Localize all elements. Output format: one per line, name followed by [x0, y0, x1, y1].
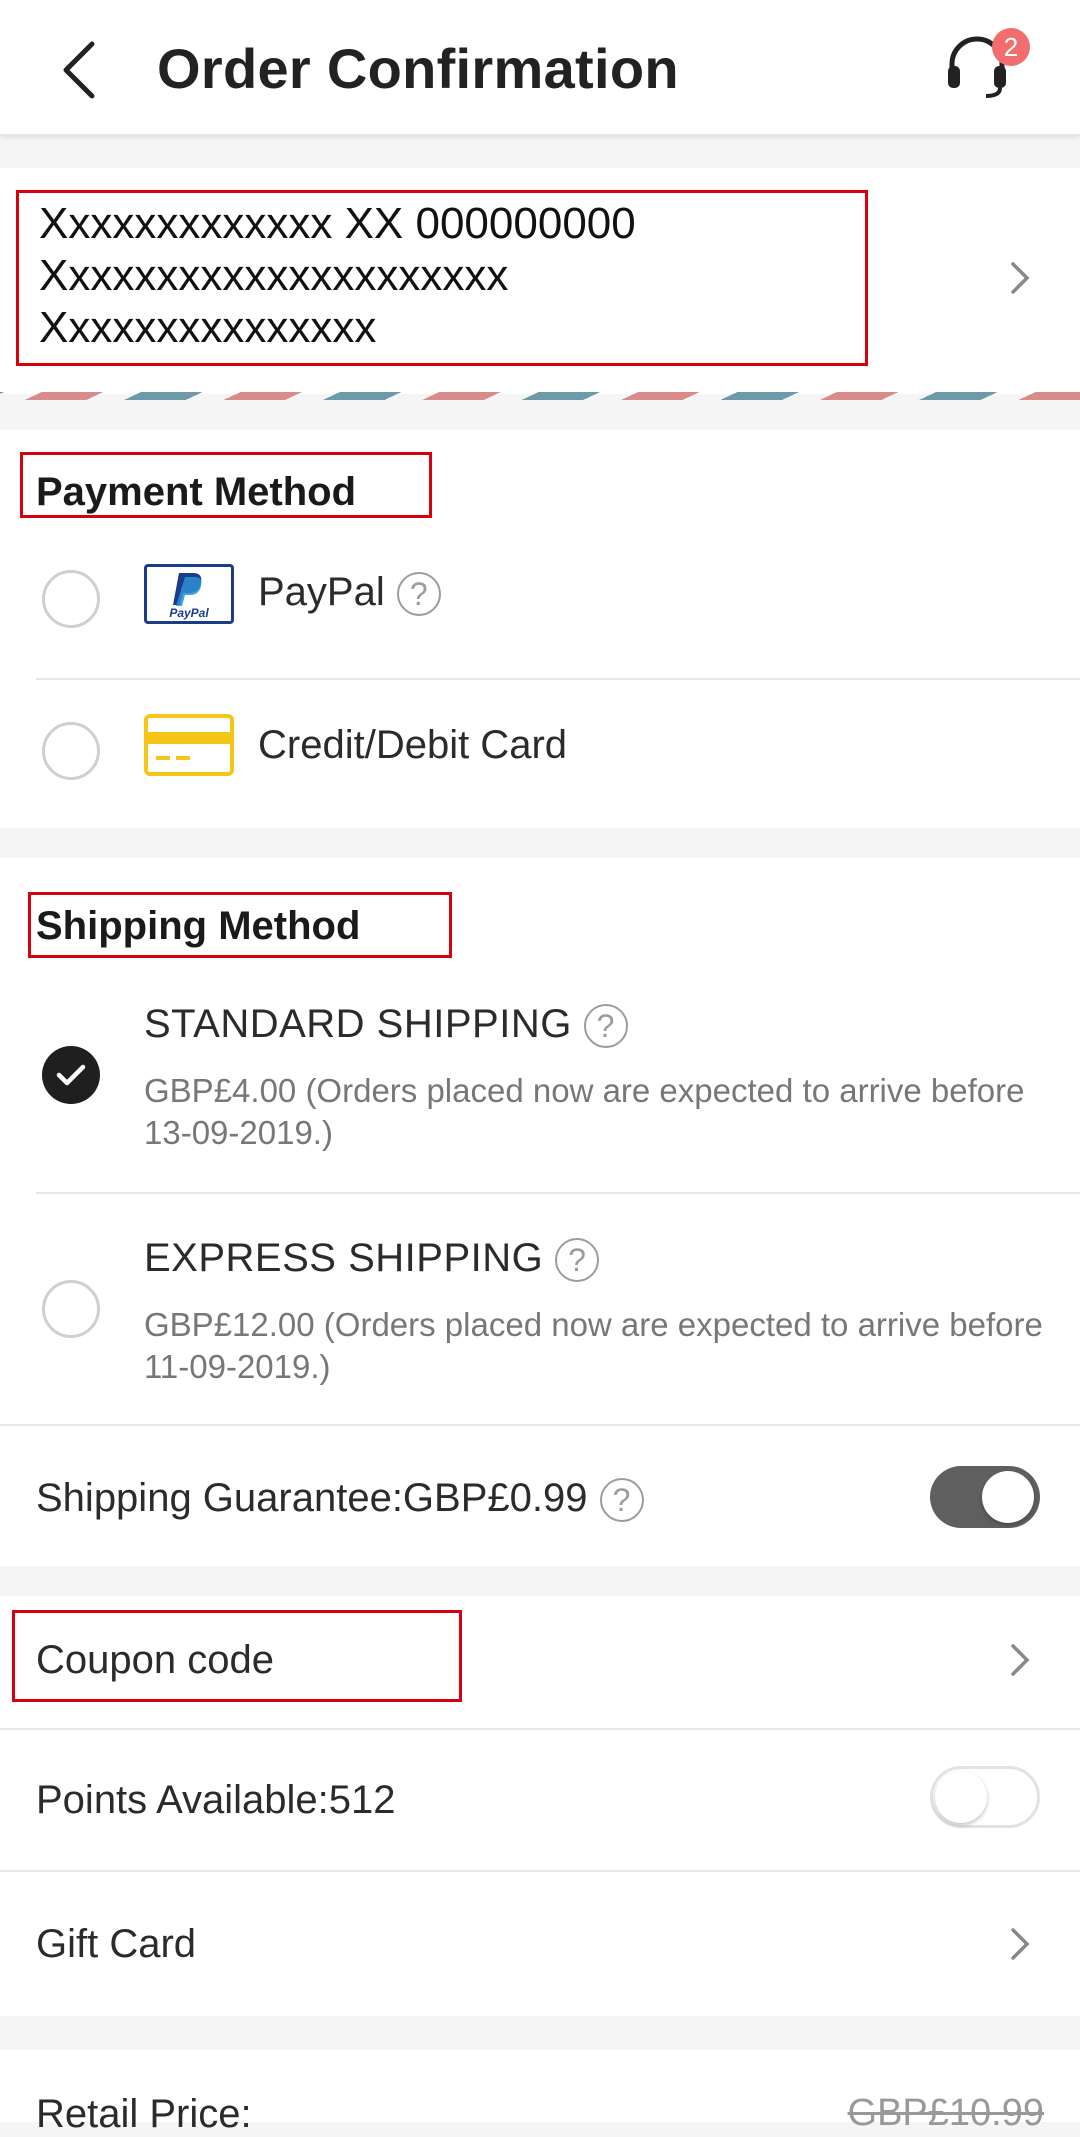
divider [36, 1192, 1080, 1194]
shipping-address-card[interactable]: Xxxxxxxxxxxxx XX 000000000 Xxxxxxxxxxxxx… [0, 168, 1080, 394]
points-toggle[interactable] [930, 1766, 1040, 1828]
retail-price-label: Retail Price: [36, 2092, 252, 2136]
address-highlight-box: Xxxxxxxxxxxxx XX 000000000 Xxxxxxxxxxxxx… [16, 190, 868, 366]
app-header: Order Confirmation 2 [0, 0, 1080, 136]
chevron-right-icon [1000, 258, 1040, 298]
payment-method-title: Payment Method [36, 470, 357, 514]
divider [36, 678, 1080, 680]
shipping-method-title: Shipping Method [36, 904, 361, 948]
express-shipping-desc: GBP£12.00 (Orders placed now are expecte… [144, 1306, 1043, 1385]
paypal-logo-text: PayPal [169, 606, 209, 620]
points-available-label: Points Available:512 [36, 1778, 396, 1822]
shipping-method-section: Shipping Method STANDARD SHIPPING? GBP£4… [0, 858, 1080, 1566]
chevron-right-icon [1000, 1924, 1040, 1964]
express-shipping-name: EXPRESS SHIPPING [144, 1236, 544, 1280]
shipping-guarantee-label-row: Shipping Guarantee:GBP£0.99? [36, 1476, 644, 1523]
paypal-label: PayPal? [258, 570, 441, 617]
chevron-right-icon [1000, 1640, 1040, 1680]
payment-method-section: Payment Method PayPal PayPal? Credit/Deb… [0, 430, 1080, 828]
shipping-guarantee-label: Shipping Guarantee:GBP£0.99 [36, 1476, 588, 1520]
address-line-3: Xxxxxxxxxxxxxxx [39, 303, 377, 352]
support-badge: 2 [992, 28, 1030, 66]
coupon-code-label: Coupon code [36, 1638, 274, 1682]
back-button[interactable] [40, 30, 120, 110]
credit-card-icon [144, 714, 234, 776]
gift-card-label: Gift Card [36, 1922, 197, 1966]
chevron-left-icon [63, 41, 95, 99]
standard-shipping-name-row: STANDARD SHIPPING? [144, 1002, 628, 1049]
paypal-radio[interactable] [42, 570, 100, 628]
standard-shipping-radio[interactable] [42, 1046, 100, 1104]
checkmark-icon [56, 1064, 86, 1086]
standard-shipping-desc: GBP£4.00 (Orders placed now are expected… [144, 1072, 1025, 1151]
card-label: Credit/Debit Card [258, 723, 568, 767]
standard-shipping-name: STANDARD SHIPPING [144, 1002, 572, 1046]
price-summary: Retail Price: GBP£10.99 [0, 2050, 1080, 2136]
help-icon[interactable]: ? [396, 572, 441, 617]
airmail-border [0, 392, 1080, 400]
help-icon[interactable]: ? [583, 1004, 628, 1049]
help-icon[interactable]: ? [599, 1478, 644, 1523]
address-line-1: Xxxxxxxxxxxxx XX 000000000 [39, 199, 636, 248]
extras-section: Coupon code Points Available:512 Gift Ca… [0, 1596, 1080, 2016]
toggle-knob [982, 1471, 1034, 1523]
express-shipping-radio[interactable] [42, 1280, 100, 1338]
toggle-knob [935, 1771, 987, 1823]
paypal-label-text: PayPal [258, 570, 385, 614]
divider [0, 1424, 1080, 1426]
page-title: Order Confirmation [157, 37, 679, 100]
shipping-guarantee-toggle[interactable] [930, 1466, 1040, 1528]
express-shipping-name-row: EXPRESS SHIPPING? [144, 1236, 600, 1283]
paypal-icon: PayPal [144, 564, 234, 624]
divider [0, 1870, 1080, 1872]
help-icon[interactable]: ? [555, 1238, 600, 1283]
retail-price-value: GBP£10.99 [847, 2092, 1044, 2134]
divider [0, 1728, 1080, 1730]
card-radio[interactable] [42, 722, 100, 780]
address-line-2: Xxxxxxxxxxxxxxxxxxxxx [39, 251, 509, 300]
